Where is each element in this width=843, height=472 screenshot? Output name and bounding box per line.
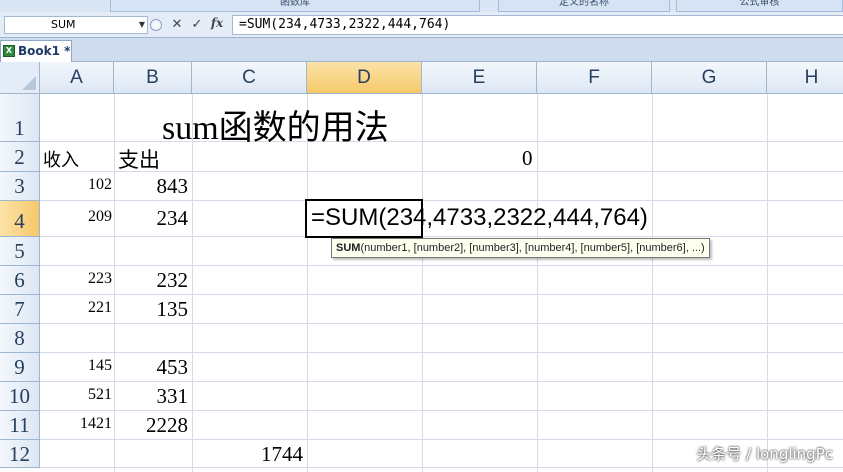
select-all-corner[interactable]: [0, 62, 40, 94]
name-box[interactable]: SUM ▼: [4, 16, 148, 34]
column-header-b[interactable]: B: [114, 62, 192, 94]
function-argument-tooltip[interactable]: SUM(number1, [number2], [number3], [numb…: [331, 238, 710, 258]
cell-a3[interactable]: 102: [40, 176, 112, 194]
formula-bar: SUM ▼ ✕ ✓ fx =SUM(234,4733,2322,444,764): [0, 12, 843, 38]
gridline: [40, 467, 843, 468]
row-header-7[interactable]: 7: [0, 295, 40, 324]
row-header-12[interactable]: 12: [0, 440, 40, 468]
cell-a9[interactable]: 145: [40, 357, 112, 375]
row-header-8[interactable]: 8: [0, 324, 40, 353]
gridline: [40, 236, 843, 237]
gridline: [40, 381, 843, 382]
cell-a11[interactable]: 1421: [40, 415, 112, 433]
row-header-6[interactable]: 6: [0, 266, 40, 295]
workbook-tab-label: Book1 *: [18, 44, 71, 58]
gridline: [422, 94, 423, 472]
ribbon-group-function-library[interactable]: 函数库: [110, 0, 480, 12]
gridline: [307, 94, 308, 472]
cell-b2[interactable]: 支出: [118, 144, 160, 174]
tooltip-function-name[interactable]: SUM: [336, 242, 360, 254]
row-header-4[interactable]: 4: [0, 201, 40, 237]
column-header-c[interactable]: C: [192, 62, 307, 94]
cell-e2[interactable]: 0: [522, 146, 533, 171]
cell-b9[interactable]: 453: [114, 355, 189, 380]
enter-icon[interactable]: ✓: [188, 16, 206, 34]
row-header-5[interactable]: 5: [0, 237, 40, 266]
column-header-g[interactable]: G: [652, 62, 767, 94]
gridline: [40, 410, 843, 411]
cell-a10[interactable]: 521: [40, 386, 112, 404]
formula-buttons: ✕ ✓ fx: [150, 16, 230, 34]
cell-a7[interactable]: 221: [40, 299, 112, 317]
gridline: [40, 265, 843, 266]
column-header-f[interactable]: F: [537, 62, 652, 94]
excel-workbook-icon: X: [3, 45, 15, 57]
name-box-dropdown-icon[interactable]: ▼: [139, 17, 145, 33]
cell-a6[interactable]: 223: [40, 270, 112, 288]
workbook-tab-row: X Book1 *: [0, 38, 843, 62]
gridline: [767, 94, 768, 472]
gridline: [40, 352, 843, 353]
cell-d4-editing-text[interactable]: =SUM(234,4733,2322,444,764): [311, 204, 648, 232]
cancel-icon[interactable]: ✕: [168, 16, 186, 34]
cell-a2[interactable]: 收入: [43, 146, 79, 172]
cell-b6[interactable]: 232: [114, 268, 189, 293]
column-header-d[interactable]: D: [307, 62, 422, 94]
formula-bar-separator-icon: [150, 19, 162, 31]
column-header-h[interactable]: H: [767, 62, 843, 94]
cell-b10[interactable]: 331: [114, 384, 189, 409]
cell-b4[interactable]: 234: [114, 206, 189, 231]
tooltip-arguments: (number1, [number2], [number3], [number4…: [360, 242, 705, 254]
row-header-1[interactable]: 1: [0, 94, 40, 142]
insert-function-icon[interactable]: fx: [208, 16, 226, 34]
row-header-9[interactable]: 9: [0, 353, 40, 382]
name-box-value: SUM: [51, 18, 76, 31]
gridline: [40, 294, 843, 295]
cell-c12[interactable]: 1744: [192, 442, 303, 467]
workbook-tab[interactable]: X Book1 *: [0, 40, 72, 62]
cell-b11[interactable]: 2228: [114, 413, 188, 438]
cell-b3[interactable]: 843: [114, 174, 189, 199]
gridline: [537, 94, 538, 472]
column-header-e[interactable]: E: [422, 62, 537, 94]
row-header-11[interactable]: 11: [0, 411, 40, 440]
ribbon-group-defined-names[interactable]: 定义的名称: [498, 0, 670, 12]
row-header-3[interactable]: 3: [0, 172, 40, 201]
cell-a4[interactable]: 209: [40, 208, 112, 226]
gridline: [192, 94, 193, 472]
gridline: [40, 141, 843, 142]
watermark: 头条号 / longlingPc: [696, 445, 833, 463]
spreadsheet-grid[interactable]: A B C D E F G H 1 2 3 4 5 6 7 8 9 10 11 …: [0, 62, 843, 472]
row-header-10[interactable]: 10: [0, 382, 40, 411]
ribbon-strip: 函数库 定义的名称 公式审核: [0, 0, 843, 12]
row-header-2[interactable]: 2: [0, 142, 40, 172]
column-header-a[interactable]: A: [40, 62, 114, 94]
gridline: [40, 439, 843, 440]
formula-input[interactable]: =SUM(234,4733,2322,444,764): [232, 15, 843, 35]
cell-b1-title[interactable]: sum函数的用法: [162, 100, 389, 149]
gridline: [40, 323, 843, 324]
ribbon-group-formula-auditing[interactable]: 公式审核: [676, 0, 843, 12]
gridline: [652, 94, 653, 472]
gridline: [40, 171, 843, 172]
gridline: [40, 200, 843, 201]
cell-b7[interactable]: 135: [114, 297, 189, 322]
